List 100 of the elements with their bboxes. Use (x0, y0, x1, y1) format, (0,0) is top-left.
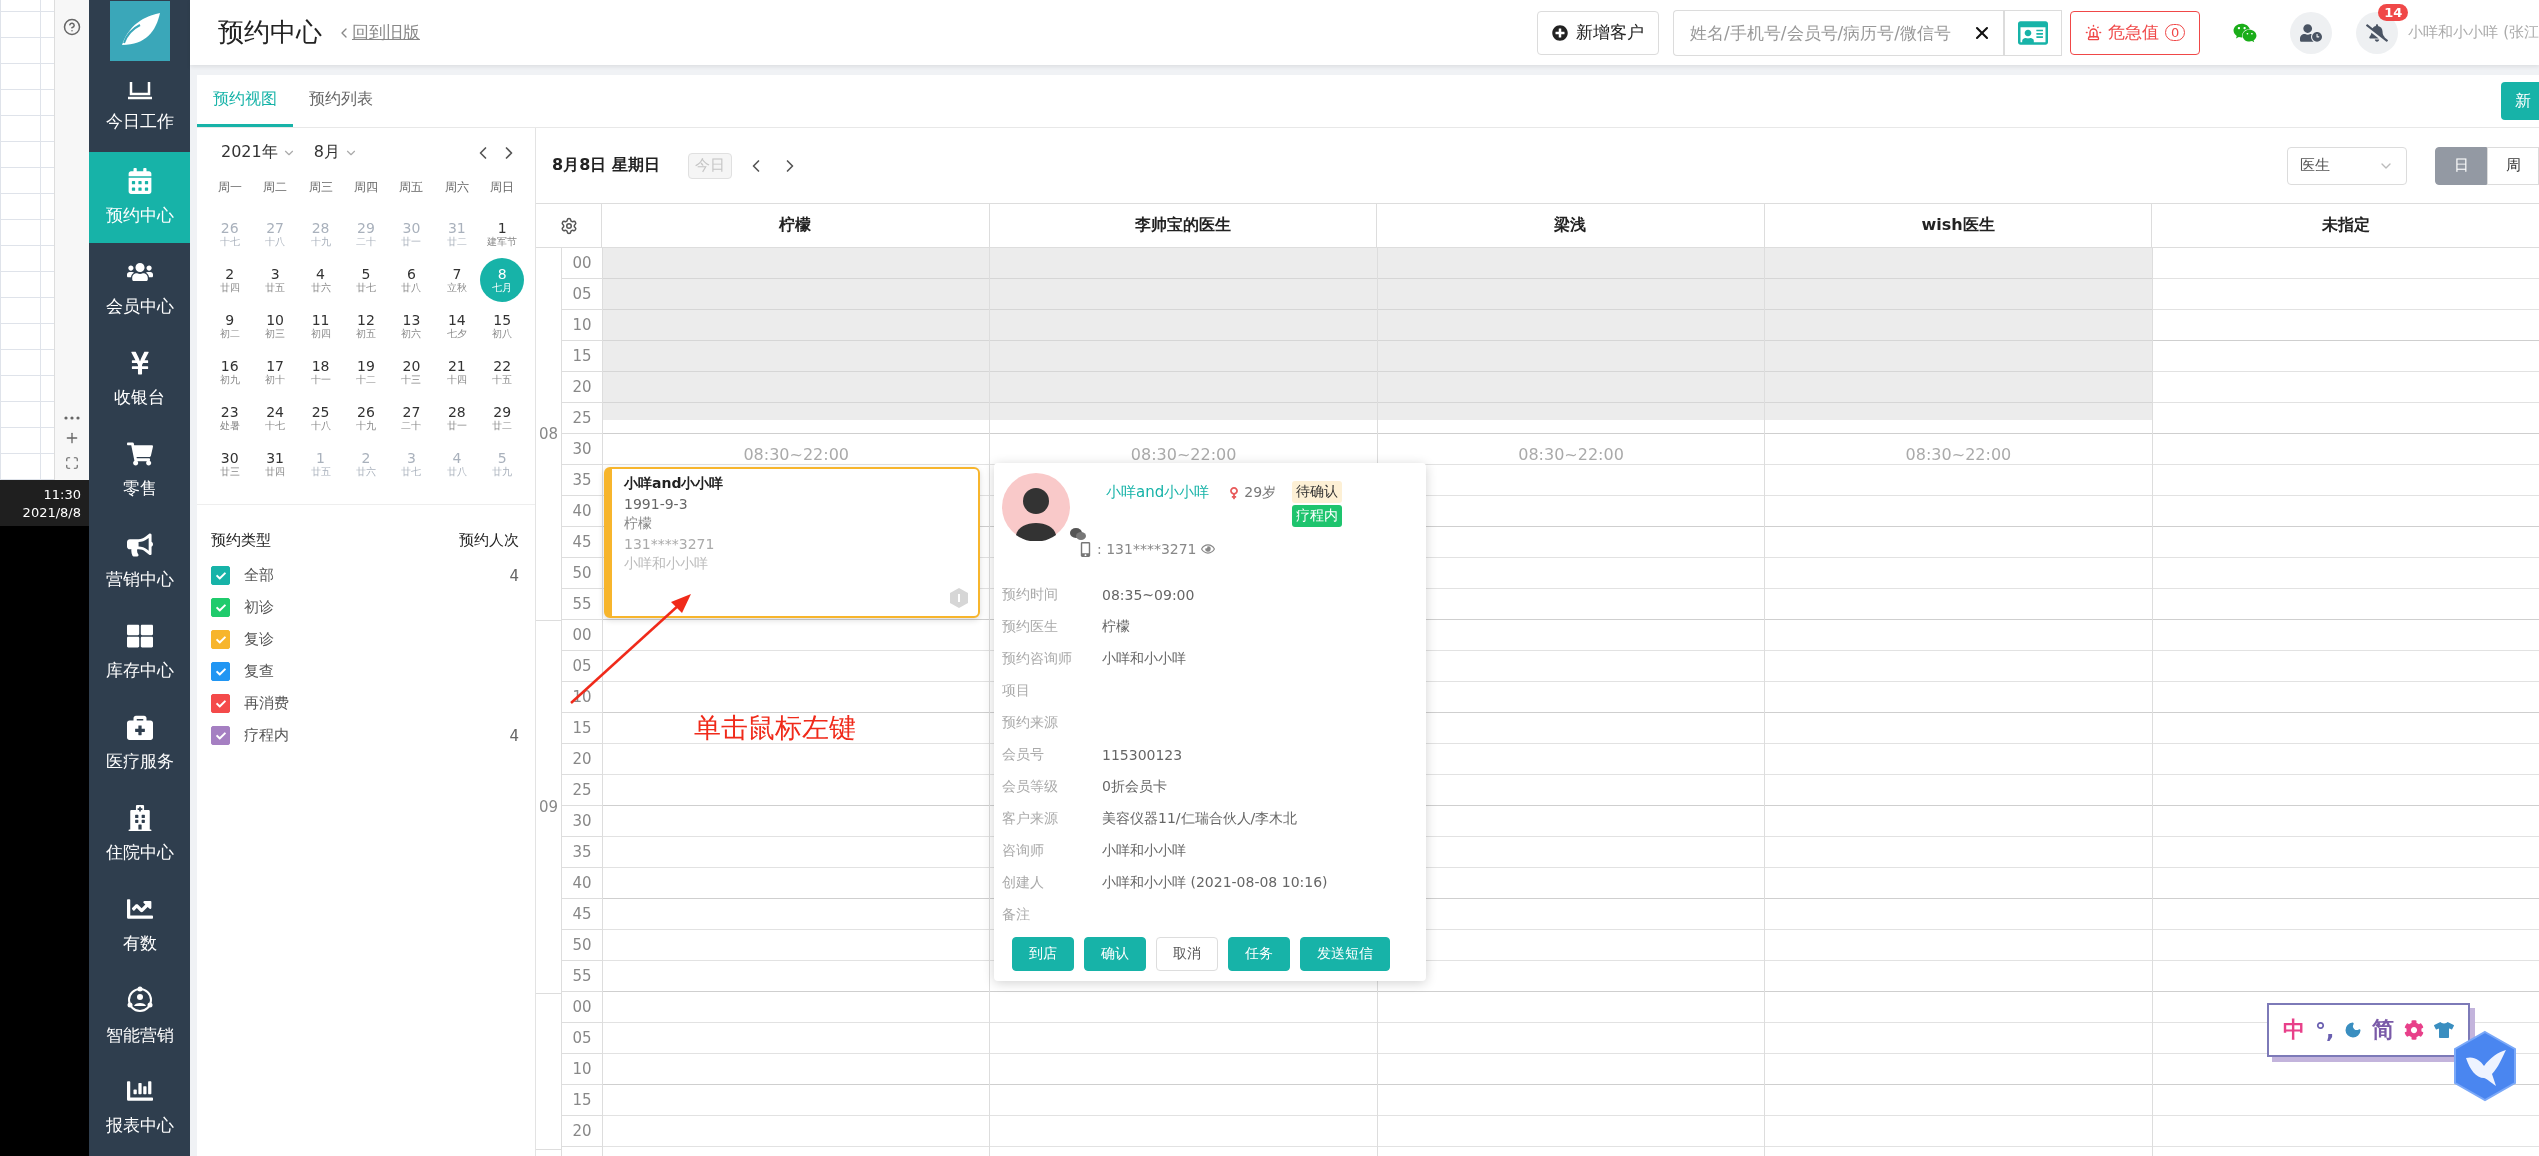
working-hours: 08:30~22:00 (743, 445, 849, 464)
nav-item[interactable]: 库存中心 (89, 607, 190, 698)
calendar-day[interactable]: 1 建军节 (480, 212, 525, 256)
minute-label: 10 (572, 1060, 592, 1078)
checkbox[interactable] (211, 598, 230, 617)
calendar-day[interactable]: 28 廿一 (434, 396, 479, 440)
patient-name: 小咩and小小咩 (624, 475, 725, 493)
clock-date: 2021/8/8 (22, 504, 81, 520)
minute-label: 05 (572, 285, 592, 303)
checkbox[interactable] (211, 566, 230, 585)
calendar-day[interactable]: 24 十七 (253, 396, 298, 440)
calendar-day[interactable]: 22 十五 (480, 350, 525, 394)
nav-item[interactable]: 有数 (89, 880, 190, 971)
calendar-day[interactable]: 6 廿八 (389, 258, 434, 302)
nav-item[interactable]: 今日工作 (89, 61, 190, 152)
minute-label: 35 (572, 843, 592, 861)
column-header: wish医生 (1763, 204, 2152, 247)
ellipsis-icon[interactable] (64, 416, 80, 420)
tab[interactable]: 预约列表 (293, 75, 389, 127)
bird-hexagon-icon[interactable] (2452, 1030, 2518, 1102)
calendar-day[interactable]: 7 立秋 (434, 258, 479, 302)
calendar-day[interactable]: 18 十一 (298, 350, 343, 394)
column-header: 未指定 (2151, 204, 2539, 247)
calendar-day[interactable]: 31 廿四 (253, 442, 298, 486)
nav-item[interactable]: 智能营销 (89, 971, 190, 1062)
calendar-day[interactable]: 11 初四 (298, 304, 343, 348)
weekday-label: 周日 (489, 179, 516, 196)
appointment-card[interactable]: 小咩and小小咩 1991-9-3 柠檬 131****3271 小咩和小小咩 (604, 467, 980, 618)
plus-icon (64, 430, 80, 446)
checkbox[interactable] (211, 694, 230, 713)
calendar-day[interactable]: 21 十四 (434, 350, 479, 394)
calendar-day[interactable]: 30 廿三 (207, 442, 252, 486)
calendar-day[interactable]: 10 初三 (253, 304, 298, 348)
script-mode: 简 (2372, 1016, 2395, 1044)
hour-label: 09 (538, 798, 559, 816)
type-label: 全部 (244, 566, 274, 585)
nav-item[interactable]: 零售 (89, 425, 190, 516)
minute-label: 00 (572, 626, 592, 644)
calendar-day[interactable]: 5 廿七 (344, 258, 388, 302)
nav-item[interactable]: 收银台 (89, 334, 190, 425)
year-picker[interactable]: 2021年 (221, 142, 296, 163)
field-label: 预约来源 (1002, 713, 1059, 732)
nav-item[interactable]: 报表中心 (89, 1062, 190, 1153)
calendar-day[interactable]: 27 二十 (389, 396, 434, 440)
minute-label: 55 (572, 595, 592, 613)
column-header: 李帅宝的医生 (988, 204, 1377, 247)
alert-button[interactable]: 危急值 0 (2070, 10, 2201, 55)
working-hours: 08:30~22:00 (1518, 445, 1624, 464)
bell-slash-icon (2366, 21, 2389, 44)
weekday-label: 周一 (216, 179, 243, 196)
month-picker[interactable]: 8月 (313, 142, 358, 163)
calendar-day[interactable]: 4 廿六 (298, 258, 343, 302)
field-value: 柠檬 (1102, 617, 1131, 636)
bar-chart-icon (126, 1078, 153, 1104)
calendar-day[interactable]: 29 廿二 (480, 396, 525, 440)
calendar-day[interactable]: 23 处暑 (207, 396, 252, 440)
calendar-day[interactable]: 15 初八 (480, 304, 525, 348)
checkbox[interactable] (211, 662, 230, 681)
field-label: 咨询师 (1002, 841, 1045, 860)
calendar-day[interactable]: 17 初十 (253, 350, 298, 394)
calendar-day[interactable]: 20 十三 (389, 350, 434, 394)
fullscreen-icon (65, 456, 79, 470)
nav-item[interactable]: 营销中心 (89, 516, 190, 607)
nav-item[interactable]: 住院中心 (89, 789, 190, 880)
calendar-day[interactable]: 26 十九 (344, 396, 388, 440)
nav-item[interactable]: 会员中心 (89, 243, 190, 334)
calendar-day[interactable]: 3 廿五 (253, 258, 298, 302)
logo (109, 0, 170, 61)
megaphone-icon (126, 532, 153, 558)
nav-item[interactable]: 医疗服务 (89, 698, 190, 789)
calendar-day[interactable]: 9 初二 (207, 304, 252, 348)
calendar-day[interactable]: 14 七夕 (434, 304, 479, 348)
type-label: 复诊 (244, 630, 274, 649)
calendar-day[interactable]: 13 初六 (389, 304, 434, 348)
minute-label: 30 (572, 812, 592, 830)
calendar-day[interactable]: 2 廿四 (207, 258, 252, 302)
checkbox[interactable] (211, 630, 230, 649)
field-label: 创建人 (1002, 873, 1045, 892)
view-toggle[interactable]: 周 (2487, 146, 2539, 185)
check-icon (215, 602, 226, 613)
type-heading: 预约类型 (211, 531, 271, 550)
calendar-day[interactable]: 12 初五 (344, 304, 388, 348)
calendar-day[interactable]: 16 初九 (207, 350, 252, 394)
taskbar-clock[interactable]: 11:30 2021/8/8 (0, 480, 89, 526)
column-header: 柠檬 (601, 204, 989, 247)
view-select[interactable]: 医生 (2287, 146, 2407, 185)
calendar-day[interactable]: 25 十八 (298, 396, 343, 440)
back-link[interactable]: 回到旧版 (336, 21, 420, 44)
add-customer-button[interactable]: 新增客户 (1537, 10, 1660, 55)
minute-label: 20 (572, 378, 592, 396)
calendar-day[interactable]: 19 十二 (344, 350, 388, 394)
clock-time: 11:30 (43, 486, 81, 502)
minute-label: 15 (572, 347, 592, 365)
action-button[interactable]: 取消 (1156, 937, 1218, 971)
checkbox[interactable] (211, 726, 230, 745)
field-value: 小咩和小小咩 (1102, 841, 1187, 860)
minute-label: 40 (572, 874, 592, 892)
phone-icon (1078, 541, 1093, 557)
calendar-icon (126, 168, 153, 194)
minute-label: 05 (572, 657, 592, 675)
